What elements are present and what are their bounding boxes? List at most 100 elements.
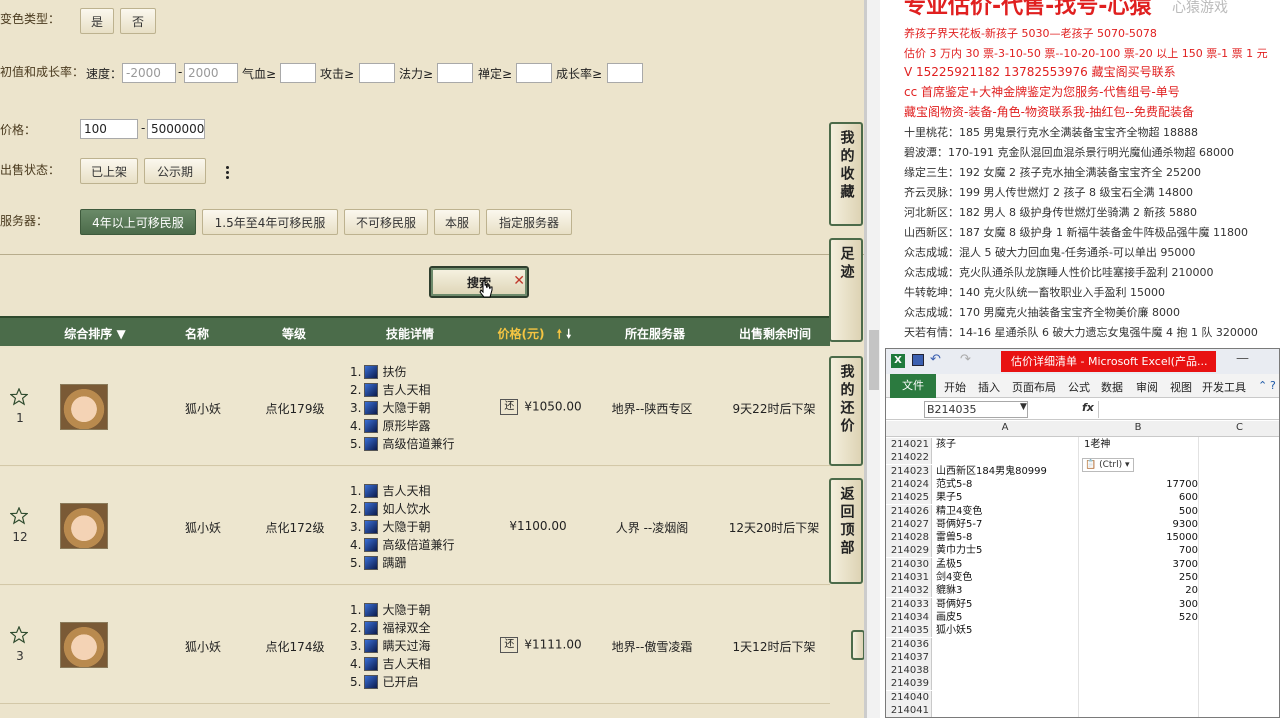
- tab-page-layout[interactable]: 页面布局: [1012, 379, 1056, 395]
- skill-icon[interactable]: [364, 419, 379, 433]
- row-number[interactable]: 214032: [886, 584, 932, 598]
- price-header[interactable]: 价格(元): [492, 325, 550, 342]
- row-number[interactable]: 214025: [886, 491, 932, 505]
- cell-a[interactable]: 精卫4变色: [936, 505, 982, 518]
- sheet-row[interactable]: 214037: [886, 650, 1279, 664]
- sheet-row[interactable]: 214033 哥俩好5 300: [886, 597, 1279, 611]
- cell-a[interactable]: 雷兽5-8: [936, 531, 972, 544]
- price-max-input[interactable]: 5000000: [147, 119, 205, 139]
- server-specific-button[interactable]: 指定服务器: [486, 209, 572, 235]
- table-row[interactable]: 1 狐小妖 点化179级 1. 扶伤 2. 吉人天相 3. 大隐于朝 4. 原形毕露 5…: [0, 348, 830, 466]
- scrollbar-thumb[interactable]: [869, 330, 879, 390]
- cell-a[interactable]: 哥俩好5-7: [936, 518, 982, 531]
- sheet-row[interactable]: 214025 果子5 600: [886, 491, 1279, 505]
- col-c[interactable]: C: [1198, 422, 1279, 433]
- avatar[interactable]: [60, 503, 108, 549]
- save-icon[interactable]: [912, 354, 924, 366]
- row-number[interactable]: 214028: [886, 531, 932, 545]
- sheet-row[interactable]: 214034 画皮5 520: [886, 610, 1279, 624]
- row-number[interactable]: 214031: [886, 571, 932, 584]
- cell-a[interactable]: 范式5-8: [936, 478, 972, 491]
- sheet-row[interactable]: 214032 貔貅3 20: [886, 584, 1279, 598]
- cell-a[interactable]: 貔貅3: [936, 584, 962, 597]
- star-icon[interactable]: [10, 388, 28, 406]
- sheet-row[interactable]: 214031 剑4变色 250: [886, 571, 1279, 584]
- row-number[interactable]: 214041: [886, 704, 932, 717]
- sheet-row[interactable]: 214030 孟极5 3700: [886, 557, 1279, 571]
- tab-review[interactable]: 审阅: [1136, 379, 1158, 395]
- row-number[interactable]: 214034: [886, 610, 932, 624]
- cell-b[interactable]: 9300: [1080, 518, 1198, 531]
- name-box[interactable]: B214035: [924, 401, 1028, 418]
- sheet-row[interactable]: 214035 狐小妖5: [886, 624, 1279, 638]
- cell-a[interactable]: 哥俩好5: [936, 598, 972, 611]
- expand-icon[interactable]: ⌃: [1258, 379, 1267, 392]
- fx-button[interactable]: fx: [1082, 401, 1094, 414]
- col-b[interactable]: B: [1078, 422, 1198, 433]
- sheet-row[interactable]: 214041: [886, 704, 1279, 717]
- avatar[interactable]: [60, 622, 108, 668]
- row-number[interactable]: 214023: [886, 464, 932, 478]
- hp-input[interactable]: [280, 63, 316, 83]
- sheet-row[interactable]: 214028 雷兽5-8 15000: [886, 531, 1279, 545]
- price-min-input[interactable]: 100: [80, 119, 138, 139]
- row-number[interactable]: 214033: [886, 597, 932, 611]
- cell-a[interactable]: 画皮5: [936, 611, 962, 624]
- skill-icon[interactable]: [364, 520, 379, 534]
- cell-a[interactable]: 孟极5: [936, 558, 962, 571]
- sheet-row[interactable]: 214026 精卫4变色 500: [886, 504, 1279, 518]
- row-number[interactable]: 214040: [886, 690, 932, 704]
- tab-file[interactable]: 文件: [890, 374, 936, 398]
- minimize-icon[interactable]: —: [1236, 351, 1249, 366]
- row-number[interactable]: 214027: [886, 517, 932, 531]
- footprint-button[interactable]: 足迹: [829, 238, 863, 342]
- sheet-row[interactable]: 214024 范式5-8 17700: [886, 477, 1279, 491]
- cell-a[interactable]: 剑4变色: [936, 571, 972, 584]
- skill-icon[interactable]: [364, 639, 379, 653]
- cell-b[interactable]: 17700: [1080, 478, 1198, 491]
- sheet-row[interactable]: 214021 孩子 1老神: [886, 438, 1279, 451]
- sheet-row[interactable]: 214038: [886, 664, 1279, 678]
- row-number[interactable]: 214039: [886, 677, 932, 691]
- skill-icon[interactable]: [364, 502, 379, 516]
- skill-icon[interactable]: [364, 538, 379, 552]
- cell-b[interactable]: 1老神: [1080, 438, 1198, 451]
- cell-b[interactable]: 300: [1080, 598, 1198, 611]
- server-this-button[interactable]: 本服: [434, 209, 480, 235]
- tab-data[interactable]: 数据: [1101, 379, 1123, 395]
- sheet-row[interactable]: 214027 哥俩好5-7 9300: [886, 517, 1279, 531]
- favorites-button[interactable]: 我的收藏: [829, 122, 863, 226]
- server-1-5yr-button[interactable]: 1.5年至4年可移民服: [202, 209, 338, 235]
- speed-max-input[interactable]: 2000: [184, 63, 238, 83]
- variant-yes-button[interactable]: 是: [80, 8, 114, 34]
- skill-icon[interactable]: [364, 484, 379, 498]
- row-number[interactable]: 214021: [886, 438, 932, 451]
- status-listed-button[interactable]: 已上架: [80, 158, 138, 184]
- row-number[interactable]: 214029: [886, 544, 932, 558]
- skill-icon[interactable]: [364, 621, 379, 635]
- speed-min-input[interactable]: -2000: [122, 63, 176, 83]
- skill-icon[interactable]: [364, 437, 379, 451]
- undo-icon[interactable]: ↶: [930, 352, 941, 367]
- redo-icon[interactable]: ↷: [960, 352, 971, 367]
- col-a[interactable]: A: [932, 422, 1078, 433]
- table-row[interactable]: 3 狐小妖 点化174级 1. 大隐于朝 2. 福禄双全 3. 瞒天过海 4. 吉人天相…: [0, 586, 830, 704]
- my-counter-offers-button[interactable]: 我的还价: [829, 356, 863, 466]
- cell-a[interactable]: 狐小妖5: [936, 624, 972, 637]
- search-button[interactable]: 搜索 ✕: [429, 266, 529, 298]
- formula-input[interactable]: [1098, 401, 1279, 418]
- skill-icon[interactable]: [364, 383, 379, 397]
- server-4yr-button[interactable]: 4年以上可移民服: [80, 209, 196, 235]
- collapsed-side-tab[interactable]: [851, 630, 865, 660]
- skill-icon[interactable]: [364, 657, 379, 671]
- mana-input[interactable]: [437, 63, 473, 83]
- price-sort-icon[interactable]: 🠕 🠗: [544, 325, 584, 346]
- attack-input[interactable]: [359, 63, 395, 83]
- row-number[interactable]: 214037: [886, 650, 932, 664]
- skill-icon[interactable]: [364, 401, 379, 415]
- tab-developer[interactable]: 开发工具: [1202, 379, 1246, 395]
- tab-insert[interactable]: 插入: [978, 379, 1000, 395]
- cell-a[interactable]: 孩子: [936, 438, 956, 451]
- cell-b[interactable]: 500: [1080, 505, 1198, 518]
- star-icon[interactable]: [10, 626, 28, 644]
